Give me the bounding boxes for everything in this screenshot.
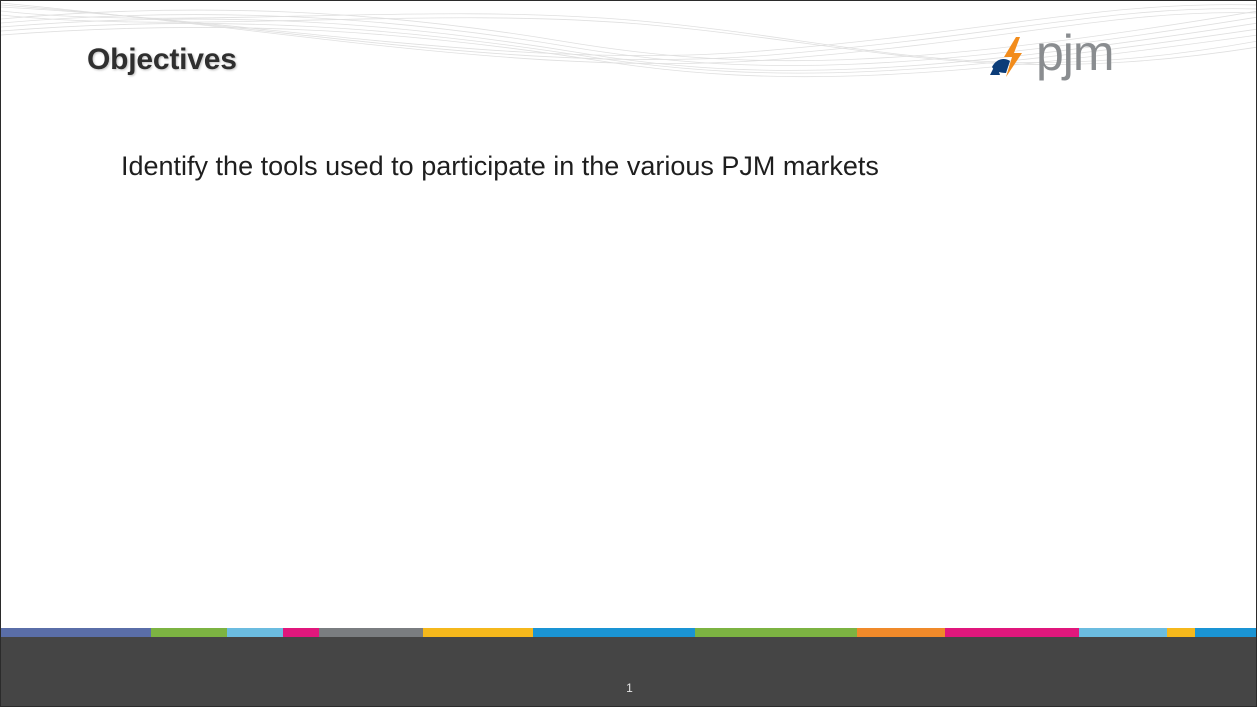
pjm-logo-text: pjm bbox=[1036, 25, 1115, 81]
pjm-logo: pjm bbox=[986, 27, 1166, 87]
accent-segment bbox=[423, 628, 533, 637]
pjm-lightning-mark-icon bbox=[990, 37, 1022, 77]
slide-title: Objectives bbox=[87, 43, 237, 76]
slide: Objectives pjm Identify the tools used t… bbox=[0, 0, 1257, 707]
slide-footer: 1 bbox=[1, 637, 1256, 706]
accent-segment bbox=[1167, 628, 1195, 637]
accent-segment bbox=[857, 628, 945, 637]
accent-segment bbox=[945, 628, 1079, 637]
accent-segment bbox=[319, 628, 423, 637]
accent-segment bbox=[1195, 628, 1256, 637]
objective-text: Identify the tools used to participate i… bbox=[121, 151, 879, 181]
accent-segment bbox=[1079, 628, 1167, 637]
accent-segment bbox=[151, 628, 227, 637]
accent-color-bar bbox=[1, 628, 1256, 637]
page-number: 1 bbox=[626, 681, 633, 695]
accent-segment bbox=[1, 628, 151, 637]
accent-segment bbox=[283, 628, 319, 637]
accent-segment bbox=[695, 628, 857, 637]
accent-segment bbox=[533, 628, 695, 637]
accent-segment bbox=[227, 628, 283, 637]
